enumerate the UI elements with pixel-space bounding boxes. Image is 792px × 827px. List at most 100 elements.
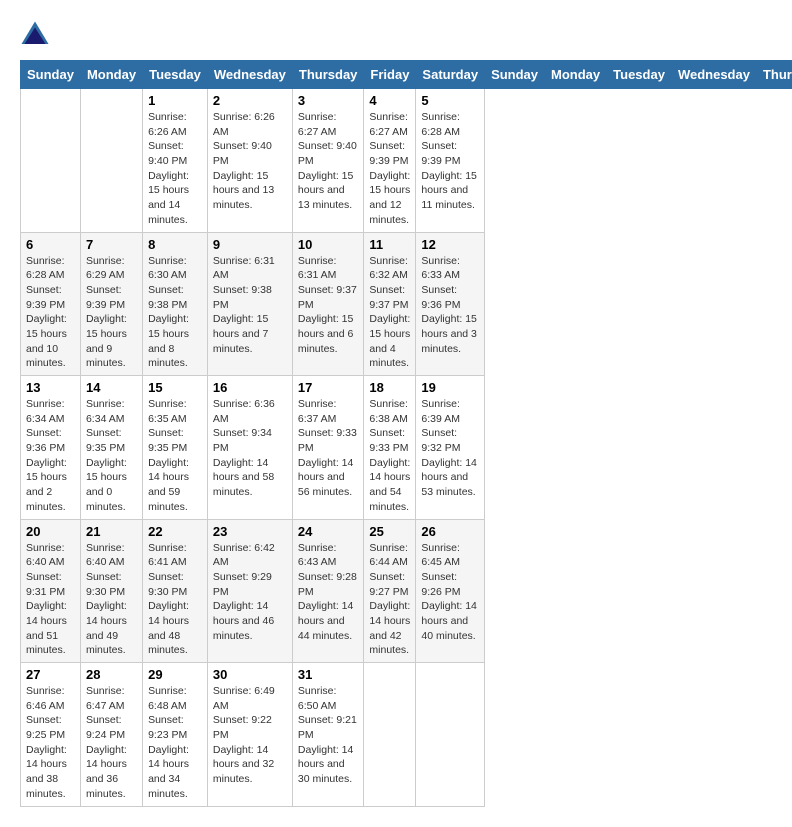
weekday-header-wednesday: Wednesday [207,61,292,89]
calendar-cell: 26 Sunrise: 6:45 AM Sunset: 9:26 PM Dayli… [416,519,485,663]
day-info: Sunrise: 6:50 AM Sunset: 9:21 PM Dayligh… [298,684,359,787]
day-info: Sunrise: 6:43 AM Sunset: 9:28 PM Dayligh… [298,541,359,644]
calendar-cell: 3 Sunrise: 6:27 AM Sunset: 9:40 PM Daylig… [292,89,364,233]
day-number: 19 [421,380,479,395]
day-info: Sunrise: 6:33 AM Sunset: 9:36 PM Dayligh… [421,254,479,357]
calendar-cell: 12 Sunrise: 6:33 AM Sunset: 9:36 PM Dayli… [416,232,485,376]
day-number: 18 [369,380,410,395]
day-number: 15 [148,380,202,395]
calendar-week-3: 13 Sunrise: 6:34 AM Sunset: 9:36 PM Dayli… [21,376,792,520]
weekday-header-sunday: Sunday [485,61,545,89]
weekday-header-monday: Monday [80,61,142,89]
weekday-header-friday: Friday [364,61,416,89]
day-info: Sunrise: 6:31 AM Sunset: 9:38 PM Dayligh… [213,254,287,357]
calendar-cell: 28 Sunrise: 6:47 AM Sunset: 9:24 PM Dayli… [80,663,142,807]
day-info: Sunrise: 6:27 AM Sunset: 9:40 PM Dayligh… [298,110,359,213]
day-info: Sunrise: 6:37 AM Sunset: 9:33 PM Dayligh… [298,397,359,500]
page-header [20,20,772,50]
calendar-cell [80,89,142,233]
logo-icon [20,20,50,50]
calendar-cell [21,89,81,233]
calendar-cell: 31 Sunrise: 6:50 AM Sunset: 9:21 PM Dayli… [292,663,364,807]
day-number: 23 [213,524,287,539]
day-info: Sunrise: 6:26 AM Sunset: 9:40 PM Dayligh… [213,110,287,213]
day-number: 27 [26,667,75,682]
day-number: 29 [148,667,202,682]
day-number: 22 [148,524,202,539]
day-number: 4 [369,93,410,108]
calendar-cell: 23 Sunrise: 6:42 AM Sunset: 9:29 PM Dayli… [207,519,292,663]
day-number: 31 [298,667,359,682]
calendar-cell: 19Sunrise: 6:39 AM Sunset: 9:32 PM Dayli… [416,376,485,520]
day-number: 3 [298,93,359,108]
day-number: 5 [421,93,479,108]
day-info: Sunrise: 6:40 AM Sunset: 9:31 PM Dayligh… [26,541,75,659]
calendar-week-5: 27Sunrise: 6:46 AM Sunset: 9:25 PM Dayli… [21,663,792,807]
day-info: Sunrise: 6:32 AM Sunset: 9:37 PM Dayligh… [369,254,410,372]
calendar-cell: 16 Sunrise: 6:36 AM Sunset: 9:34 PM Dayli… [207,376,292,520]
calendar-header-row: SundayMondayTuesdayWednesdayThursdayFrid… [21,61,792,89]
weekday-header-tuesday: Tuesday [607,61,672,89]
day-number: 13 [26,380,75,395]
calendar-cell: 2 Sunrise: 6:26 AM Sunset: 9:40 PM Daylig… [207,89,292,233]
day-info: Sunrise: 6:36 AM Sunset: 9:34 PM Dayligh… [213,397,287,500]
calendar-cell: 22 Sunrise: 6:41 AM Sunset: 9:30 PM Dayli… [143,519,208,663]
day-number: 25 [369,524,410,539]
calendar-table: SundayMondayTuesdayWednesdayThursdayFrid… [20,60,792,807]
day-number: 2 [213,93,287,108]
day-info: Sunrise: 6:48 AM Sunset: 9:23 PM Dayligh… [148,684,202,802]
calendar-week-4: 20 Sunrise: 6:40 AM Sunset: 9:31 PM Dayli… [21,519,792,663]
weekday-header-monday: Monday [545,61,607,89]
calendar-cell: 9 Sunrise: 6:31 AM Sunset: 9:38 PM Daylig… [207,232,292,376]
calendar-cell: 6 Sunrise: 6:28 AM Sunset: 9:39 PM Daylig… [21,232,81,376]
calendar-cell: 18 Sunrise: 6:38 AM Sunset: 9:33 PM Dayli… [364,376,416,520]
day-number: 16 [213,380,287,395]
day-info: Sunrise: 6:29 AM Sunset: 9:39 PM Dayligh… [86,254,137,372]
day-info: Sunrise: 6:40 AM Sunset: 9:30 PM Dayligh… [86,541,137,659]
day-info: Sunrise: 6:28 AM Sunset: 9:39 PM Dayligh… [26,254,75,372]
calendar-cell [416,663,485,807]
calendar-cell: 4 Sunrise: 6:27 AM Sunset: 9:39 PM Daylig… [364,89,416,233]
weekday-header-thursday: Thursday [756,61,792,89]
calendar-cell: 24 Sunrise: 6:43 AM Sunset: 9:28 PM Dayli… [292,519,364,663]
day-info: Sunrise: 6:34 AM Sunset: 9:36 PM Dayligh… [26,397,75,515]
day-number: 6 [26,237,75,252]
day-number: 9 [213,237,287,252]
day-info: Sunrise: 6:34 AM Sunset: 9:35 PM Dayligh… [86,397,137,515]
day-number: 28 [86,667,137,682]
day-info: Sunrise: 6:27 AM Sunset: 9:39 PM Dayligh… [369,110,410,228]
weekday-header-thursday: Thursday [292,61,364,89]
day-info: Sunrise: 6:41 AM Sunset: 9:30 PM Dayligh… [148,541,202,659]
day-number: 20 [26,524,75,539]
day-number: 17 [298,380,359,395]
calendar-cell [364,663,416,807]
calendar-cell: 29 Sunrise: 6:48 AM Sunset: 9:23 PM Dayli… [143,663,208,807]
day-info: Sunrise: 6:42 AM Sunset: 9:29 PM Dayligh… [213,541,287,644]
day-info: Sunrise: 6:31 AM Sunset: 9:37 PM Dayligh… [298,254,359,357]
day-info: Sunrise: 6:49 AM Sunset: 9:22 PM Dayligh… [213,684,287,787]
day-info: Sunrise: 6:38 AM Sunset: 9:33 PM Dayligh… [369,397,410,515]
calendar-week-2: 6 Sunrise: 6:28 AM Sunset: 9:39 PM Daylig… [21,232,792,376]
day-info: Sunrise: 6:30 AM Sunset: 9:38 PM Dayligh… [148,254,202,372]
calendar-cell: 20 Sunrise: 6:40 AM Sunset: 9:31 PM Dayli… [21,519,81,663]
day-info: Sunrise: 6:47 AM Sunset: 9:24 PM Dayligh… [86,684,137,802]
calendar-cell: 15Sunrise: 6:35 AM Sunset: 9:35 PM Dayli… [143,376,208,520]
day-number: 12 [421,237,479,252]
day-info: Sunrise: 6:44 AM Sunset: 9:27 PM Dayligh… [369,541,410,659]
day-number: 8 [148,237,202,252]
calendar-cell: 17 Sunrise: 6:37 AM Sunset: 9:33 PM Dayli… [292,376,364,520]
calendar-cell: 1Sunrise: 6:26 AM Sunset: 9:40 PM Daylig… [143,89,208,233]
day-info: Sunrise: 6:45 AM Sunset: 9:26 PM Dayligh… [421,541,479,644]
day-number: 26 [421,524,479,539]
day-number: 24 [298,524,359,539]
day-number: 21 [86,524,137,539]
calendar-cell: 10 Sunrise: 6:31 AM Sunset: 9:37 PM Dayli… [292,232,364,376]
calendar-cell: 30 Sunrise: 6:49 AM Sunset: 9:22 PM Dayli… [207,663,292,807]
calendar-cell: 25 Sunrise: 6:44 AM Sunset: 9:27 PM Dayli… [364,519,416,663]
weekday-header-sunday: Sunday [21,61,81,89]
day-number: 30 [213,667,287,682]
calendar-cell: 21 Sunrise: 6:40 AM Sunset: 9:30 PM Dayli… [80,519,142,663]
day-number: 11 [369,237,410,252]
day-number: 14 [86,380,137,395]
day-number: 10 [298,237,359,252]
